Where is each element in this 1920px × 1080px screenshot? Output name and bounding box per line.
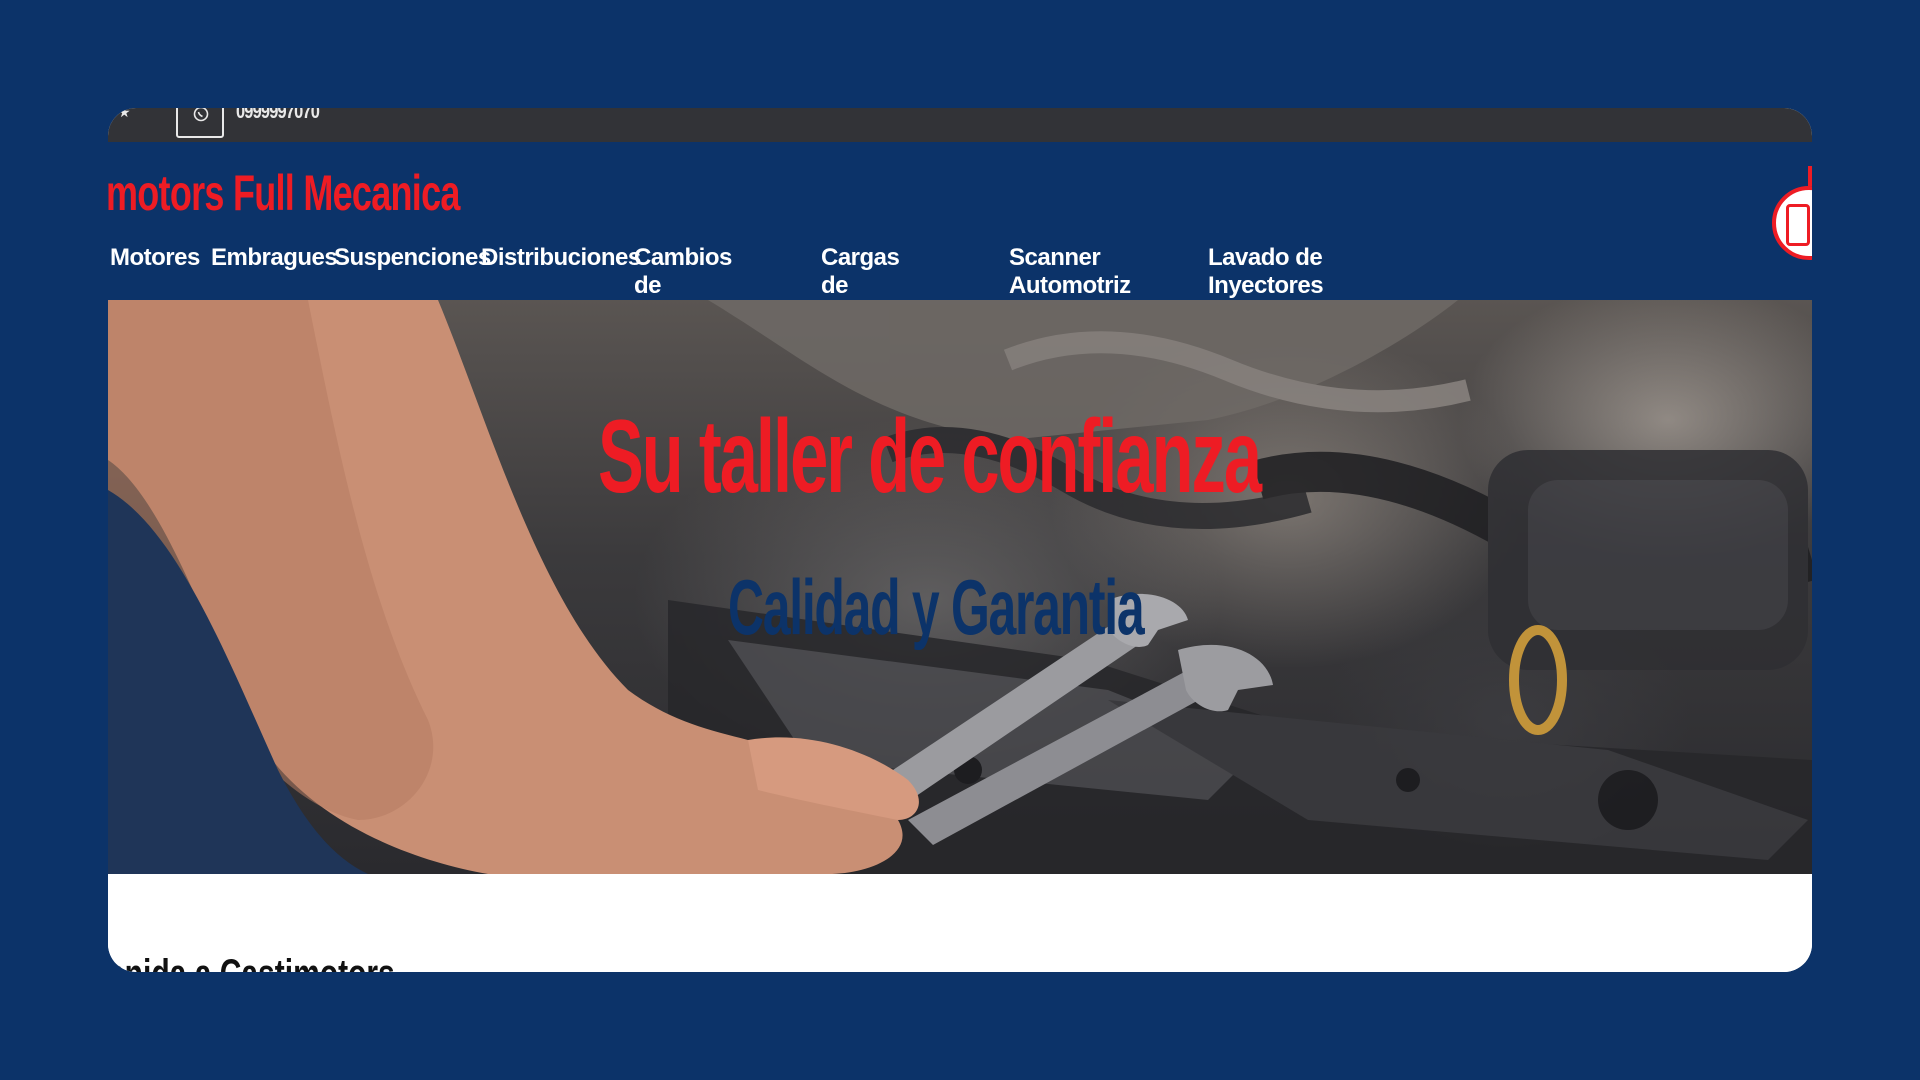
nav-item-embragues[interactable]: Embragues — [211, 244, 338, 272]
hero-banner: Su taller de confianza Calidad y Garanti… — [108, 300, 1812, 874]
welcome-heading: enida a Castimotors — [108, 952, 395, 972]
nav-item-distribuciones[interactable]: Distribuciones — [481, 244, 641, 272]
logo-accent — [1808, 166, 1812, 186]
star-icon: ★ — [118, 108, 131, 120]
nav-item-scanner-automotriz[interactable]: Scanner Automotriz — [1009, 244, 1131, 300]
brand-name[interactable]: motors Full Mecanica — [108, 164, 460, 222]
nav-item-motores[interactable]: Motores — [110, 244, 200, 272]
hero-title: Su taller de confianza — [598, 399, 1262, 515]
nav-item-lavado-de-inyectores[interactable]: Lavado de Inyectores — [1208, 244, 1324, 300]
whatsapp-icon — [193, 108, 209, 122]
welcome-section: enida a Castimotors — [108, 874, 1812, 972]
top-contact-bar: ★ 0999997070 — [108, 108, 1812, 142]
nav-item-suspenciones[interactable]: Suspenciones — [334, 244, 491, 272]
site-header: motors Full Mecanica Motores Embragues S… — [108, 142, 1812, 327]
brand-logo[interactable] — [1772, 186, 1812, 260]
browser-frame: ★ 0999997070 motors Full Mecanica Motore… — [108, 108, 1812, 972]
whatsapp-button[interactable] — [176, 108, 224, 138]
phone-number[interactable]: 0999997070 — [236, 108, 320, 124]
hero-subtitle: Calidad y Garantia — [728, 563, 1145, 651]
